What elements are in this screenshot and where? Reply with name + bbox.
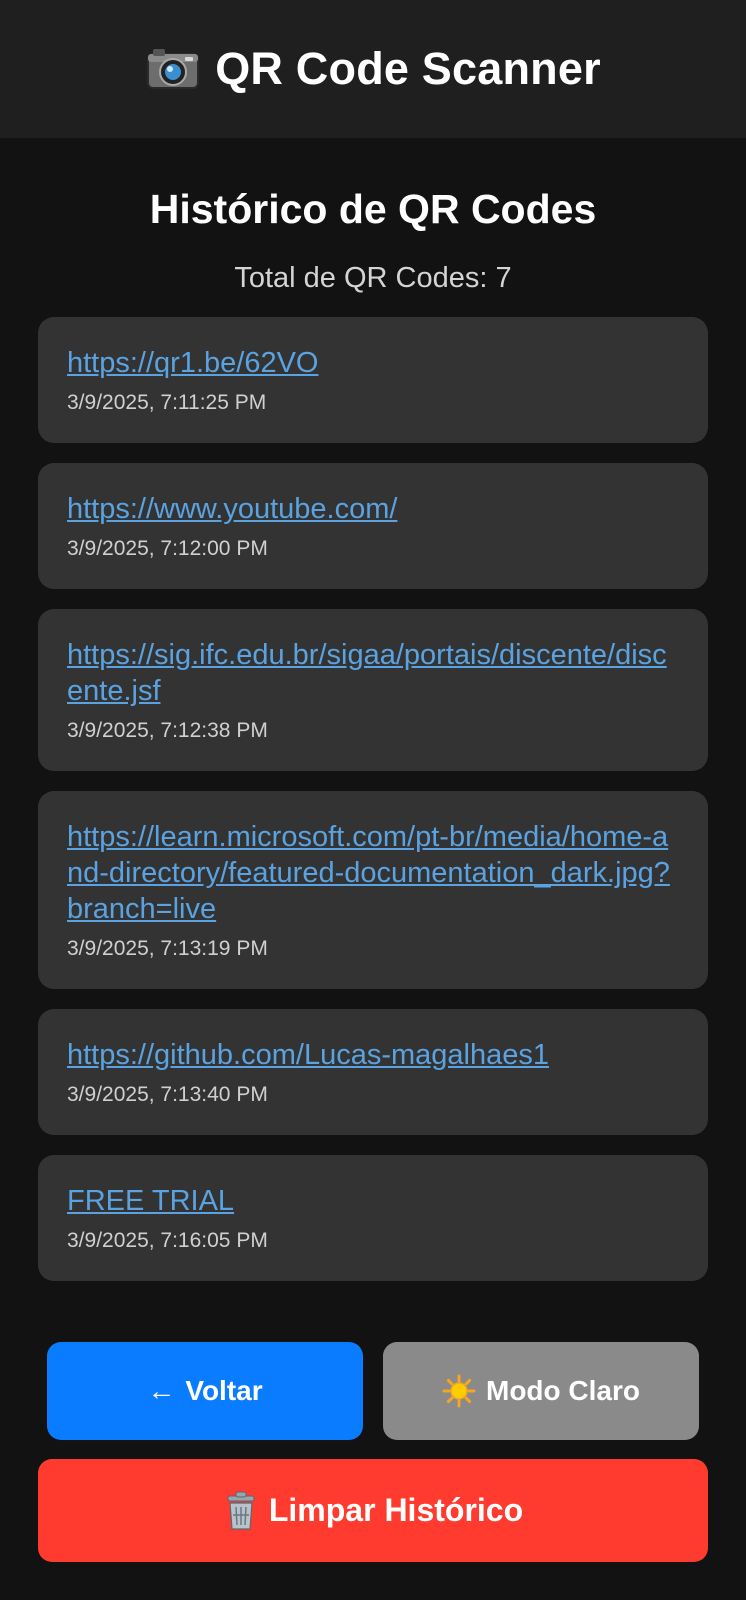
app-title: QR Code Scanner — [215, 43, 601, 94]
history-link[interactable]: https://qr1.be/62VO — [67, 345, 680, 381]
history-card: FREE TRIAL 3/9/2025, 7:16:05 PM — [38, 1155, 708, 1281]
history-date: 3/9/2025, 7:16:05 PM — [67, 1229, 268, 1252]
history-link[interactable]: https://www.youtube.com/ — [67, 491, 680, 527]
history-link[interactable]: https://github.com/Lucas-magalhaes1 — [67, 1037, 680, 1073]
app-screen: QR Code Scanner Histórico de QR Codes To… — [0, 0, 746, 1600]
history-card: https://learn.microsoft.com/pt-br/media/… — [38, 791, 708, 989]
history-date: 3/9/2025, 7:12:38 PM — [67, 719, 268, 742]
history-link[interactable]: https://sig.ifc.edu.br/sigaa/portais/dis… — [67, 637, 680, 709]
history-date: 3/9/2025, 7:12:00 PM — [67, 537, 268, 560]
history-card: https://www.youtube.com/ 3/9/2025, 7:12:… — [38, 463, 708, 589]
action-row: ← Voltar Modo Claro — [47, 1342, 699, 1440]
theme-toggle-button[interactable]: Modo Claro — [383, 1342, 699, 1440]
back-button[interactable]: ← Voltar — [47, 1342, 363, 1440]
history-card: https://github.com/Lucas-magalhaes1 3/9/… — [38, 1009, 708, 1135]
history-date: 3/9/2025, 7:11:25 PM — [67, 391, 267, 414]
history-link[interactable]: https://learn.microsoft.com/pt-br/media/… — [67, 819, 680, 927]
total-count: Total de QR Codes: 7 — [234, 262, 512, 294]
history-card: https://qr1.be/62VO 3/9/2025, 7:11:25 PM — [38, 317, 708, 443]
history-list[interactable]: https://qr1.be/62VO 3/9/2025, 7:11:25 PM… — [38, 317, 708, 1305]
back-arrow-icon: ← — [147, 1375, 176, 1406]
page-title: Histórico de QR Codes — [149, 186, 597, 232]
app-header: QR Code Scanner — [0, 0, 746, 138]
theme-button-label: Modo Claro — [486, 1375, 640, 1406]
back-button-label: Voltar — [185, 1375, 263, 1406]
clear-history-button[interactable]: Limpar Histórico — [38, 1459, 708, 1562]
camera-icon — [147, 49, 200, 89]
history-card: https://sig.ifc.edu.br/sigaa/portais/dis… — [38, 609, 708, 771]
clear-button-label: Limpar Histórico — [268, 1492, 524, 1528]
sun-icon — [442, 1374, 476, 1408]
trash-icon — [227, 1491, 255, 1530]
history-date: 3/9/2025, 7:13:19 PM — [67, 937, 268, 960]
history-link[interactable]: FREE TRIAL — [67, 1183, 680, 1219]
history-date: 3/9/2025, 7:13:40 PM — [67, 1083, 268, 1106]
